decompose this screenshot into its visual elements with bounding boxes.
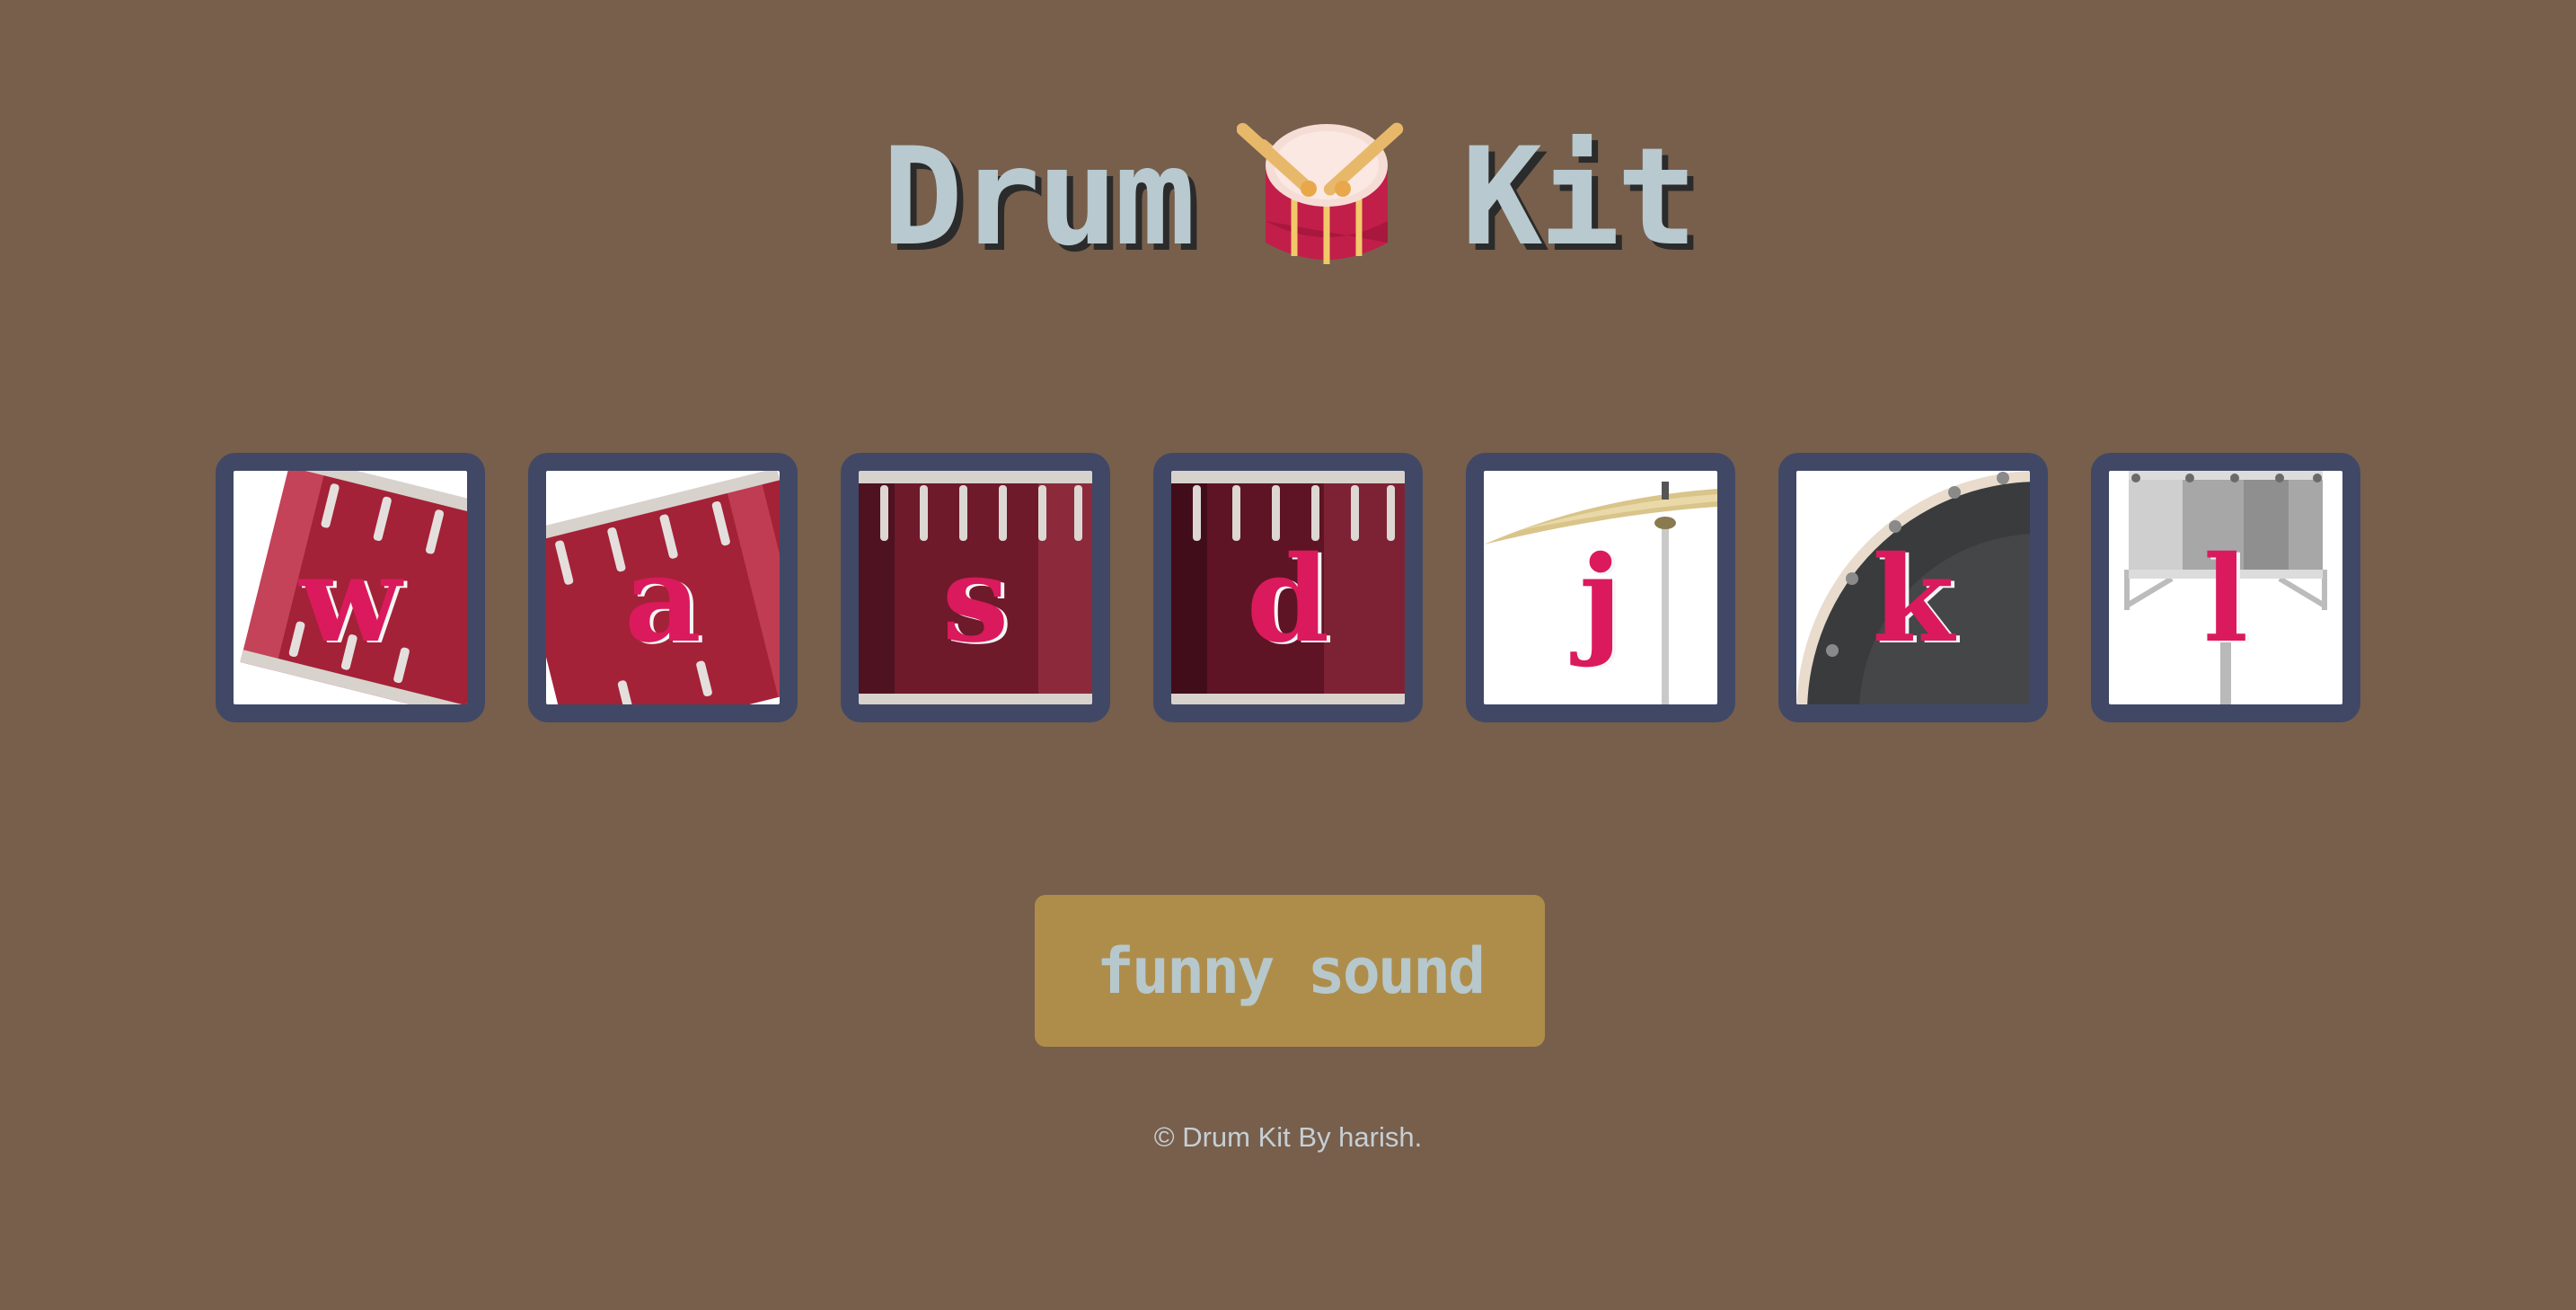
drum-key-label: w [299, 530, 401, 669]
page-title: Drum Kit [0, 117, 2576, 279]
drum-key-label: a [624, 530, 701, 669]
drum-key-label: s [941, 530, 1010, 669]
drum-button-l[interactable]: l [2091, 453, 2360, 722]
drum-button-a[interactable]: a [528, 453, 798, 722]
drum-key-label: d [1246, 530, 1330, 669]
footer-credit: © Drum Kit By harish. [1153, 1121, 1423, 1153]
drum-with-sticks-icon [1237, 122, 1404, 264]
drum-button-d[interactable]: d [1153, 453, 1423, 722]
drum-button-k[interactable]: k [1778, 453, 2048, 722]
title-word-kit: Kit [1461, 119, 1698, 276]
drum-pad-row: w a s d j k l [216, 453, 2362, 722]
title-word-drum: Drum [881, 119, 1195, 276]
drum-key-label: l [2202, 530, 2249, 669]
drum-button-w[interactable]: w [216, 453, 485, 722]
drum-button-j[interactable]: j [1466, 453, 1735, 722]
drum-key-label: k [1872, 530, 1954, 669]
drum-key-label: j [1579, 530, 1622, 669]
drum-button-s[interactable]: s [841, 453, 1110, 722]
funny-sound-button[interactable]: funny sound [1035, 895, 1545, 1047]
